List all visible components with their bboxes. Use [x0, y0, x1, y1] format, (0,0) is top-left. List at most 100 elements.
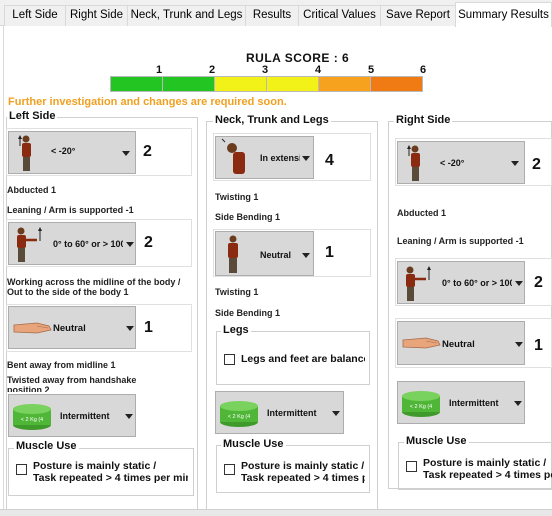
trunk-note-twisting: Twisting 1: [215, 287, 259, 297]
left-note-abducted: Abducted 1: [7, 185, 57, 195]
left-load-label: Intermittent: [60, 411, 110, 421]
legs-balanced-checkbox[interactable]: [224, 354, 235, 365]
right-lower-arm-label: 0° to 60° or > 100°: [442, 278, 512, 288]
tab-right-side[interactable]: Right Side: [65, 5, 128, 26]
load-weight-icon: < 2 Kg (4: [402, 391, 440, 417]
left-wrist-dropdown[interactable]: Neutral: [8, 306, 136, 349]
left-note-outside: Out to the side of the body 1: [7, 287, 129, 297]
trunk-label: Neutral: [260, 250, 292, 260]
load-weight-icon: < 2 Kg (4: [220, 401, 258, 427]
tab-critical-values[interactable]: Critical Values: [298, 5, 381, 26]
chevron-down-icon: [126, 242, 134, 247]
score-scale-4: 4: [315, 64, 322, 76]
left-note-handshake: position 2: [7, 385, 50, 392]
neck-muscle-use-checkbox[interactable]: [224, 464, 235, 475]
right-load-label: Intermittent: [449, 398, 499, 408]
left-muscle-use-checkbox[interactable]: [16, 464, 27, 475]
neck-load-label: Intermittent: [267, 408, 317, 418]
upper-arm-posture-icon: [18, 135, 31, 171]
right-load-dropdown[interactable]: < 2 Kg (4 Intermittent: [397, 381, 525, 424]
left-upper-arm-label: < -20°: [51, 146, 76, 156]
score-scale-2: 2: [209, 64, 216, 76]
chevron-down-icon: [122, 151, 130, 156]
neck-trunk-legs-title: Neck, Trunk and Legs: [213, 114, 331, 126]
score-bar-segment: [214, 76, 267, 92]
right-muscle-use-text1: Posture is mainly static /: [423, 457, 547, 469]
right-muscle-use-text2: Task repeated > 4 times per: [423, 469, 552, 481]
neck-note-twisting: Twisting 1: [215, 192, 259, 202]
score-bar-segment: [110, 76, 163, 92]
neck-score: 4: [325, 152, 334, 169]
left-side-title: Left Side: [7, 110, 58, 122]
lower-arm-posture-icon: [406, 266, 431, 301]
score-scale-6: 6: [420, 64, 427, 76]
right-muscle-use-title: Muscle Use: [404, 435, 469, 447]
tab-left-side[interactable]: Left Side: [4, 5, 66, 26]
neck-label: In extensi: [260, 153, 300, 163]
rula-window: Left Side Right Side Neck, Trunk and Leg…: [0, 0, 552, 516]
left-lower-arm-dropdown[interactable]: 0° to 60° or > 100°: [8, 222, 136, 265]
score-message: Further investigation and changes are re…: [8, 96, 287, 108]
load-weight-text: < 2 Kg (4: [228, 414, 250, 420]
neck-note-side-bending: Side Bending 1: [215, 212, 281, 222]
score-bar-segment: [162, 76, 215, 92]
score-scale-5: 5: [368, 64, 375, 76]
right-note-abducted: Abducted 1: [397, 208, 447, 218]
neck-muscle-use-title: Muscle Use: [221, 438, 286, 450]
score-bar-segment: [266, 76, 319, 92]
trunk-dropdown[interactable]: Neutral: [215, 231, 314, 276]
left-note-twisted: Twisted away from handshake: [7, 375, 137, 385]
left-lower-arm-score: 2: [144, 234, 153, 251]
tab-save-report[interactable]: Save Report: [380, 5, 456, 26]
trunk-posture-icon: [228, 235, 238, 273]
wrist-hand-icon: [13, 322, 52, 334]
neck-dropdown[interactable]: In extensi: [215, 136, 314, 179]
left-lower-arm-label: 0° to 60° or > 100°: [53, 239, 123, 249]
chevron-down-icon: [514, 401, 522, 406]
left-muscle-use-text2: Task repeated > 4 times per min: [33, 472, 188, 484]
neck-load-dropdown[interactable]: < 2 Kg (4 Intermittent: [215, 391, 344, 434]
score-scale-1: 1: [156, 64, 163, 76]
wrist-hand-icon: [402, 337, 441, 349]
legs-title: Legs: [221, 324, 251, 336]
right-side-title: Right Side: [394, 114, 453, 126]
chevron-down-icon: [302, 253, 310, 258]
load-weight-text: < 2 Kg (4: [21, 417, 43, 423]
tab-neck-trunk-legs[interactable]: Neck, Trunk and Legs: [127, 5, 246, 26]
left-upper-arm-dropdown[interactable]: < -20°: [8, 131, 136, 174]
chevron-down-icon: [511, 161, 519, 166]
right-wrist-label: Neutral: [442, 339, 475, 350]
left-note-bent: Bent away from midline 1: [7, 360, 116, 370]
trunk-note-side-bending: Side Bending 1: [215, 308, 281, 318]
left-muscle-use-text1: Posture is mainly static /: [33, 460, 157, 472]
chevron-down-icon: [125, 414, 133, 419]
neck-posture-icon: [221, 138, 245, 174]
left-muscle-use-title: Muscle Use: [14, 440, 79, 452]
left-load-dropdown[interactable]: < 2 Kg (4 Intermittent: [8, 394, 136, 437]
tab-results[interactable]: Results: [245, 5, 299, 26]
legs-balanced-label: Legs and feet are balanced: [241, 353, 365, 365]
right-lower-arm-dropdown[interactable]: 0° to 60° or > 100°: [397, 261, 525, 304]
score-bar-segment: [318, 76, 371, 92]
upper-arm-posture-icon: [407, 145, 420, 181]
right-wrist-dropdown[interactable]: Neutral: [397, 321, 525, 365]
right-upper-arm-label: < -20°: [440, 158, 465, 168]
score-bar-segment: [370, 76, 423, 92]
load-weight-text: < 2 Kg (4: [410, 404, 432, 410]
load-weight-icon: < 2 Kg (4: [13, 404, 51, 430]
chevron-down-icon: [332, 411, 340, 416]
chevron-down-icon: [515, 281, 523, 286]
right-upper-arm-score: 2: [532, 156, 541, 173]
right-muscle-use-checkbox[interactable]: [406, 461, 417, 472]
tab-summary-results[interactable]: Summary Results: [455, 2, 552, 27]
left-upper-arm-score: 2: [143, 143, 152, 160]
horizontal-scrollbar[interactable]: [0, 509, 552, 516]
right-upper-arm-dropdown[interactable]: < -20°: [397, 141, 525, 184]
rula-score-title: RULA SCORE : 6: [246, 51, 350, 65]
left-wrist-score: 1: [144, 319, 153, 336]
lower-arm-posture-icon: [17, 227, 42, 262]
left-note-leaning: Leaning / Arm is supported -1: [7, 205, 134, 215]
neck-muscle-use-text2: Task repeated > 4 times p: [241, 472, 365, 484]
right-note-leaning: Leaning / Arm is supported -1: [397, 236, 524, 246]
chevron-down-icon: [302, 156, 310, 161]
